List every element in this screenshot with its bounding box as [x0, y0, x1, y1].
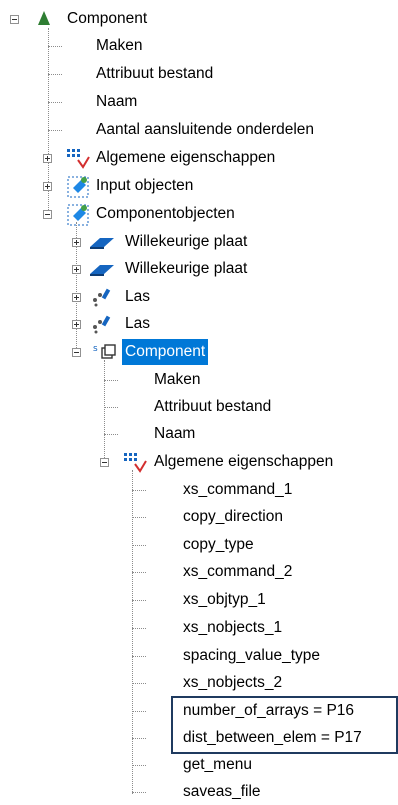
minus-icon — [45, 214, 50, 215]
property-label: xs_nobjects_1 — [183, 619, 283, 636]
tree-node-label: Maken — [96, 37, 143, 54]
tree-line — [132, 572, 146, 573]
tree-node-label: Naam — [96, 93, 138, 110]
property-label: xs_command_1 — [183, 481, 293, 498]
tree-line — [132, 765, 146, 766]
tree-node-label: Algemene eigenschappen — [96, 149, 276, 166]
properties-icon — [67, 149, 90, 169]
minus-icon — [74, 352, 79, 353]
minus-icon — [102, 462, 107, 463]
tree-line — [104, 407, 118, 408]
property-label: xs_nobjects_2 — [183, 674, 283, 691]
collapse-toggle[interactable] — [43, 210, 52, 219]
collapse-toggle[interactable] — [100, 458, 109, 467]
expand-toggle[interactable] — [72, 265, 81, 274]
tree-line — [132, 517, 146, 518]
tree-line — [132, 545, 146, 546]
tree-node-label: Willekeurige plaat — [125, 260, 248, 277]
tree-line — [132, 600, 146, 601]
tree-line — [132, 711, 146, 712]
property-label: copy_type — [183, 536, 254, 553]
tree-node-label: Maken — [154, 371, 201, 388]
tree-node-label: Componentobjecten — [96, 205, 235, 222]
objects-icon — [67, 176, 89, 198]
tree-node-label: Attribuut bestand — [154, 398, 272, 415]
highlight-box — [171, 696, 398, 754]
tree-node-label: Aantal aansluitende onderdelen — [96, 121, 315, 138]
weld-icon — [93, 288, 111, 307]
tree-node-label: Las — [125, 315, 150, 332]
objects-icon — [67, 204, 89, 226]
tree-node-root[interactable]: Component — [0, 6, 200, 32]
collapse-toggle[interactable] — [10, 15, 19, 24]
tree-line — [132, 656, 146, 657]
tree-line — [48, 130, 62, 131]
expand-toggle[interactable] — [43, 182, 52, 191]
svg-text:s: s — [93, 344, 98, 354]
tree-line — [132, 738, 146, 739]
tree-line — [104, 380, 118, 381]
component-icon: s — [93, 344, 116, 359]
minus-icon — [12, 19, 17, 20]
tree-line — [132, 490, 146, 491]
collapse-toggle[interactable] — [72, 348, 81, 357]
properties-icon — [124, 453, 147, 473]
tree-line — [48, 46, 62, 47]
property-label: spacing_value_type — [183, 647, 321, 664]
tree-line — [104, 434, 118, 435]
plate-icon — [90, 238, 114, 249]
tree-node-label: Component — [122, 339, 209, 365]
tree-node-label: Naam — [154, 425, 196, 442]
tree-line — [104, 360, 105, 462]
expand-toggle[interactable] — [72, 293, 81, 302]
expand-toggle[interactable] — [43, 154, 52, 163]
component-tree-icon — [38, 11, 50, 25]
plate-icon — [90, 265, 114, 276]
weld-icon — [93, 315, 111, 334]
tree-line — [48, 74, 62, 75]
property-label: get_menu — [183, 756, 252, 773]
expand-toggle[interactable] — [72, 320, 81, 329]
tree-node-label: Willekeurige plaat — [125, 233, 248, 250]
expand-toggle[interactable] — [72, 238, 81, 247]
tree-line — [48, 102, 62, 103]
tree-node-label: Attribuut bestand — [96, 65, 214, 82]
tree-line — [132, 470, 133, 794]
tree-node-label: Las — [125, 288, 150, 305]
tree-node-label: Input objecten — [96, 177, 194, 194]
property-label: xs_objtyp_1 — [183, 591, 266, 608]
tree-line — [132, 792, 146, 793]
tree-node-label: Algemene eigenschappen — [154, 453, 334, 470]
tree-line — [132, 628, 146, 629]
property-label: copy_direction — [183, 508, 283, 525]
property-label: xs_command_2 — [183, 563, 293, 580]
property-label: saveas_file — [183, 783, 261, 800]
tree-node-label: Component — [67, 10, 148, 27]
tree-line — [132, 683, 146, 684]
